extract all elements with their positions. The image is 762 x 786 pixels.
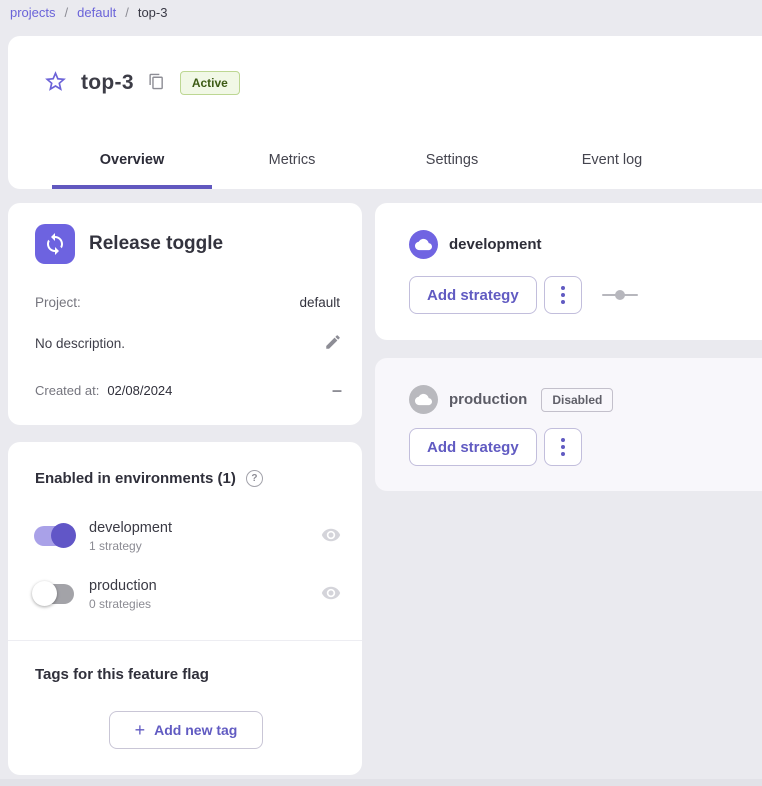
panel-environment-name: production <box>449 391 527 408</box>
tab-label: Settings <box>426 152 478 168</box>
project-row: Project: default <box>35 295 340 310</box>
status-badge: Active <box>180 71 240 95</box>
copy-icon <box>148 73 165 93</box>
eye-icon <box>321 591 341 606</box>
breadcrumb-project-default-link[interactable]: default <box>77 5 116 20</box>
panel-header: production Disabled <box>409 385 613 414</box>
breadcrumb-projects-link[interactable]: projects <box>10 5 56 20</box>
created-label: Created at: <box>35 383 99 398</box>
environments-card-title: Enabled in environments (1) <box>35 470 236 487</box>
breadcrumb-separator: / <box>65 5 69 20</box>
environment-name: production <box>89 578 157 594</box>
star-icon <box>43 69 68 97</box>
panel-actions: Add strategy <box>409 428 582 466</box>
kebab-icon <box>561 452 565 456</box>
tab-bar: Overview Metrics Settings Event log <box>52 131 692 189</box>
add-strategy-button-development[interactable]: Add strategy <box>409 276 537 314</box>
title-row: top-3 Active <box>42 60 240 106</box>
copy-name-button[interactable] <box>147 73 167 93</box>
description-row: No description. <box>35 333 342 354</box>
environments-card: Enabled in environments (1) ? developmen… <box>8 442 362 775</box>
kebab-icon <box>561 300 565 304</box>
environment-strategy-count: 1 strategy <box>89 539 172 553</box>
tab-label: Event log <box>582 152 642 168</box>
description-text: No description. <box>35 336 125 351</box>
breadcrumb-separator: / <box>125 5 129 20</box>
kebab-icon <box>561 286 565 290</box>
collapse-details-button[interactable]: – <box>332 381 342 399</box>
kebab-icon <box>561 445 565 449</box>
environment-name: development <box>89 520 172 536</box>
tab-overview[interactable]: Overview <box>52 131 212 189</box>
card-divider <box>8 640 362 641</box>
kebab-icon <box>561 438 565 442</box>
environment-text: production 0 strategies <box>89 578 157 611</box>
environment-row-production: production 0 strategies <box>32 571 341 617</box>
production-toggle[interactable] <box>32 581 76 607</box>
cloud-icon <box>409 385 438 414</box>
breadcrumb: projects / default / top-3 <box>10 3 167 21</box>
environment-menu-button-production[interactable] <box>544 428 582 466</box>
flag-details-card: Release toggle Project: default No descr… <box>8 203 362 425</box>
environment-row-development: development 1 strategy <box>32 513 341 559</box>
development-toggle[interactable] <box>32 523 76 549</box>
release-toggle-icon <box>35 224 75 264</box>
created-value: 02/08/2024 <box>107 383 172 398</box>
cloud-icon <box>409 230 438 259</box>
pencil-icon <box>324 333 342 354</box>
panel-header: development <box>409 230 542 259</box>
strategy-diagram-icon <box>602 289 638 301</box>
tab-event-log[interactable]: Event log <box>532 131 692 189</box>
feature-flag-page: projects / default / top-3 top-3 Active … <box>0 0 762 786</box>
environment-menu-button-development[interactable] <box>544 276 582 314</box>
preview-production-button[interactable] <box>321 583 341 606</box>
tab-metrics[interactable]: Metrics <box>212 131 372 189</box>
add-strategy-button-production[interactable]: Add strategy <box>409 428 537 466</box>
environment-text: development 1 strategy <box>89 520 172 553</box>
add-tag-label: Add new tag <box>154 722 237 738</box>
development-strategies-panel: development Add strategy <box>375 203 762 340</box>
tab-settings[interactable]: Settings <box>372 131 532 189</box>
page-bottom-strip <box>0 779 762 786</box>
project-value[interactable]: default <box>299 295 340 310</box>
help-icon: ? <box>246 470 263 487</box>
switch-thumb <box>32 581 57 606</box>
created-row: Created at: 02/08/2024 – <box>35 381 342 399</box>
kebab-icon <box>561 293 565 297</box>
disabled-badge: Disabled <box>541 388 613 412</box>
environment-strategy-count: 0 strategies <box>89 597 157 611</box>
panel-actions: Add strategy <box>409 276 638 314</box>
favorite-button[interactable] <box>42 70 68 96</box>
production-strategies-panel: production Disabled Add strategy <box>375 358 762 491</box>
feature-header-card: top-3 Active Overview Metrics Settings E… <box>8 36 762 189</box>
add-new-tag-button[interactable]: + Add new tag <box>109 711 263 749</box>
tab-label: Overview <box>100 152 165 168</box>
page-title: top-3 <box>81 71 134 95</box>
tab-label: Metrics <box>269 152 316 168</box>
eye-icon <box>321 533 341 548</box>
tags-section-title: Tags for this feature flag <box>35 666 209 683</box>
breadcrumb-current: top-3 <box>138 5 168 20</box>
flag-type-heading: Release toggle <box>89 233 223 255</box>
edit-description-button[interactable] <box>324 333 342 354</box>
environments-title-row: Enabled in environments (1) ? <box>35 470 263 487</box>
project-label: Project: <box>35 295 81 310</box>
switch-thumb <box>51 523 76 548</box>
preview-development-button[interactable] <box>321 525 341 548</box>
panel-environment-name: development <box>449 236 542 253</box>
plus-icon: + <box>135 721 146 739</box>
flag-type-header: Release toggle <box>35 224 223 264</box>
